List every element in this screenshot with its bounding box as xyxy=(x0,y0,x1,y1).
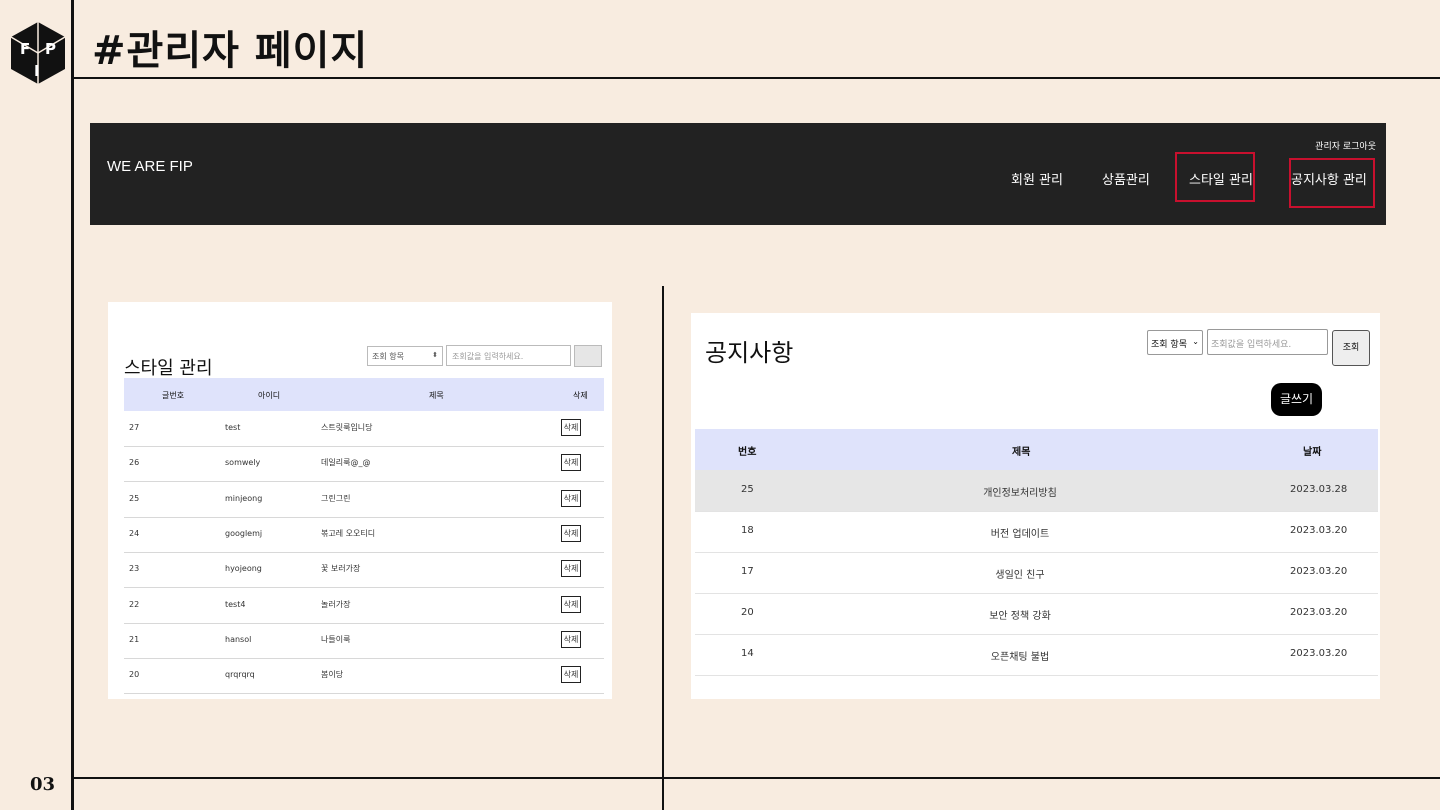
row-user-id: googlemj xyxy=(225,528,263,538)
row-post-no: 24 xyxy=(129,528,140,538)
table-row: 26 somwely 데일리룩@_@ 삭제 xyxy=(124,446,604,483)
row-user-id: minjeong xyxy=(225,493,263,503)
frame-left-line xyxy=(71,0,74,810)
notice-table-header: 번호 제목 날짜 xyxy=(695,429,1378,470)
table-row[interactable]: 17 생일인 친구 2023.03.20 xyxy=(695,552,1378,594)
style-search-select[interactable]: 조회 항목 ⬍ xyxy=(367,346,443,366)
col-post-no: 글번호 xyxy=(162,391,185,400)
col-date: 날짜 xyxy=(1303,447,1322,458)
nav-product-admin[interactable]: 상품관리 xyxy=(1102,169,1150,188)
write-button[interactable]: 글쓰기 xyxy=(1271,383,1322,416)
logo-letter-f: F xyxy=(20,40,30,58)
delete-button[interactable]: 삭제 xyxy=(561,630,581,648)
delete-button[interactable]: 삭제 xyxy=(561,489,581,507)
row-date: 2023.03.20 xyxy=(1290,607,1348,618)
row-date: 2023.03.28 xyxy=(1290,484,1348,495)
frame-top-line xyxy=(74,77,1440,79)
table-row[interactable]: 20 보안 정책 강화 2023.03.20 xyxy=(695,593,1378,635)
row-user-id: test4 xyxy=(225,599,246,609)
notice-search-select-label: 조회 항목 xyxy=(1151,340,1187,350)
style-search-input[interactable]: 조회값을 입력하세요. xyxy=(446,345,571,366)
notice-search-button[interactable]: 조회 xyxy=(1332,330,1370,366)
row-date: 2023.03.20 xyxy=(1290,525,1348,536)
row-title[interactable]: 볶고레 오오티디 xyxy=(321,528,375,539)
col-title: 제목 xyxy=(429,391,444,400)
admin-navbar: WE ARE FIP 관리자 로그아웃 회원 관리 상품관리 스타일 관리 공지… xyxy=(90,123,1386,225)
delete-button[interactable]: 삭제 xyxy=(561,454,581,472)
row-date: 2023.03.20 xyxy=(1290,566,1348,577)
row-title[interactable]: 그린그린 xyxy=(321,493,350,504)
logo-letter-p: P xyxy=(45,40,56,58)
page-number: 03 xyxy=(30,774,56,795)
table-row[interactable]: 14 오픈채팅 불법 2023.03.20 xyxy=(695,634,1378,676)
row-post-no: 25 xyxy=(129,493,140,503)
row-user-id: hansol xyxy=(225,634,252,644)
row-title[interactable]: 놀러가장 xyxy=(321,599,350,610)
row-user-id: qrqrqrq xyxy=(225,670,255,680)
row-user-id: test xyxy=(225,423,241,432)
row-post-no: 23 xyxy=(129,564,140,574)
notice-admin-title: 공지사항 xyxy=(705,339,794,367)
row-title[interactable]: 스트릿룩입니당 xyxy=(321,422,373,433)
row-post-no: 20 xyxy=(129,670,140,680)
frame-bottom-line xyxy=(74,777,1440,779)
style-search-button[interactable] xyxy=(574,345,602,367)
style-search-select-label: 조회 항목 xyxy=(372,352,404,361)
row-title[interactable]: 개인정보처리방침 xyxy=(695,484,1345,499)
page-title: #관리자 페이지 xyxy=(92,28,369,74)
table-row[interactable]: 18 버전 업데이트 2023.03.20 xyxy=(695,511,1378,553)
row-title[interactable]: 오픈채팅 불법 xyxy=(695,648,1345,663)
chevron-down-icon: ⌄ xyxy=(1192,337,1199,346)
delete-button[interactable]: 삭제 xyxy=(561,419,581,436)
style-admin-panel: 스타일 관리 조회 항목 ⬍ 조회값을 입력하세요. 글번호 아이디 제목 삭제… xyxy=(108,302,612,699)
col-delete: 삭제 xyxy=(573,391,588,400)
row-title[interactable]: 버전 업데이트 xyxy=(695,525,1345,540)
brand-logo[interactable]: WE ARE FIP xyxy=(107,158,193,175)
style-table-header: 글번호 아이디 제목 삭제 xyxy=(124,378,604,411)
table-row: 25 minjeong 그린그린 삭제 xyxy=(124,482,604,518)
delete-button[interactable]: 삭제 xyxy=(561,524,581,542)
table-row: 27 test 스트릿룩입니당 삭제 xyxy=(124,411,604,447)
row-title[interactable]: 꽃 보러가장 xyxy=(321,563,360,574)
style-admin-title: 스타일 관리 xyxy=(124,358,213,379)
frame-divider-line xyxy=(662,286,664,810)
notice-admin-highlight xyxy=(1289,158,1375,208)
row-user-id: somwely xyxy=(225,458,261,468)
table-row: 20 qrqrqrq 봄이당 삭제 xyxy=(124,658,604,695)
admin-logout-link[interactable]: 관리자 로그아웃 xyxy=(1315,139,1376,152)
table-row: 21 hansol 나들이룩 삭제 xyxy=(124,623,604,659)
row-title[interactable]: 보안 정책 강화 xyxy=(695,607,1345,622)
notice-search-select[interactable]: 조회 항목 ⌄ xyxy=(1147,330,1203,355)
delete-button[interactable]: 삭제 xyxy=(561,560,581,578)
col-title: 제목 xyxy=(1012,447,1031,458)
col-user-id: 아이디 xyxy=(258,391,281,400)
row-user-id: hyojeong xyxy=(225,564,262,574)
table-row[interactable]: 25 개인정보처리방침 2023.03.28 xyxy=(695,470,1378,512)
nav-member-admin[interactable]: 회원 관리 xyxy=(1011,169,1063,188)
delete-button[interactable]: 삭제 xyxy=(561,595,581,613)
table-row: 22 test4 놀러가장 삭제 xyxy=(124,588,604,624)
col-no: 번호 xyxy=(738,447,757,458)
notice-search-input[interactable]: 조회값을 입력하세요. xyxy=(1207,329,1328,355)
logo-letter-i: I xyxy=(34,62,40,80)
row-title[interactable]: 생일인 친구 xyxy=(695,566,1345,581)
row-post-no: 22 xyxy=(129,599,140,609)
select-arrows-icon: ⬍ xyxy=(432,351,438,359)
notice-admin-panel: 공지사항 조회 항목 ⌄ 조회값을 입력하세요. 조회 글쓰기 번호 제목 날짜… xyxy=(691,313,1380,699)
row-title[interactable]: 봄이당 xyxy=(321,669,343,680)
row-post-no: 27 xyxy=(129,423,140,432)
row-post-no: 26 xyxy=(129,458,140,468)
fip-logo-icon: F P I xyxy=(11,22,65,84)
table-row: 23 hyojeong 꽃 보러가장 삭제 xyxy=(124,552,604,589)
row-date: 2023.03.20 xyxy=(1290,648,1348,659)
row-post-no: 21 xyxy=(129,634,140,644)
row-title[interactable]: 나들이룩 xyxy=(321,634,350,645)
style-admin-highlight xyxy=(1175,152,1255,202)
row-title[interactable]: 데일리룩@_@ xyxy=(321,457,370,468)
table-row: 24 googlemj 볶고레 오오티디 삭제 xyxy=(124,517,604,553)
delete-button[interactable]: 삭제 xyxy=(561,666,581,684)
